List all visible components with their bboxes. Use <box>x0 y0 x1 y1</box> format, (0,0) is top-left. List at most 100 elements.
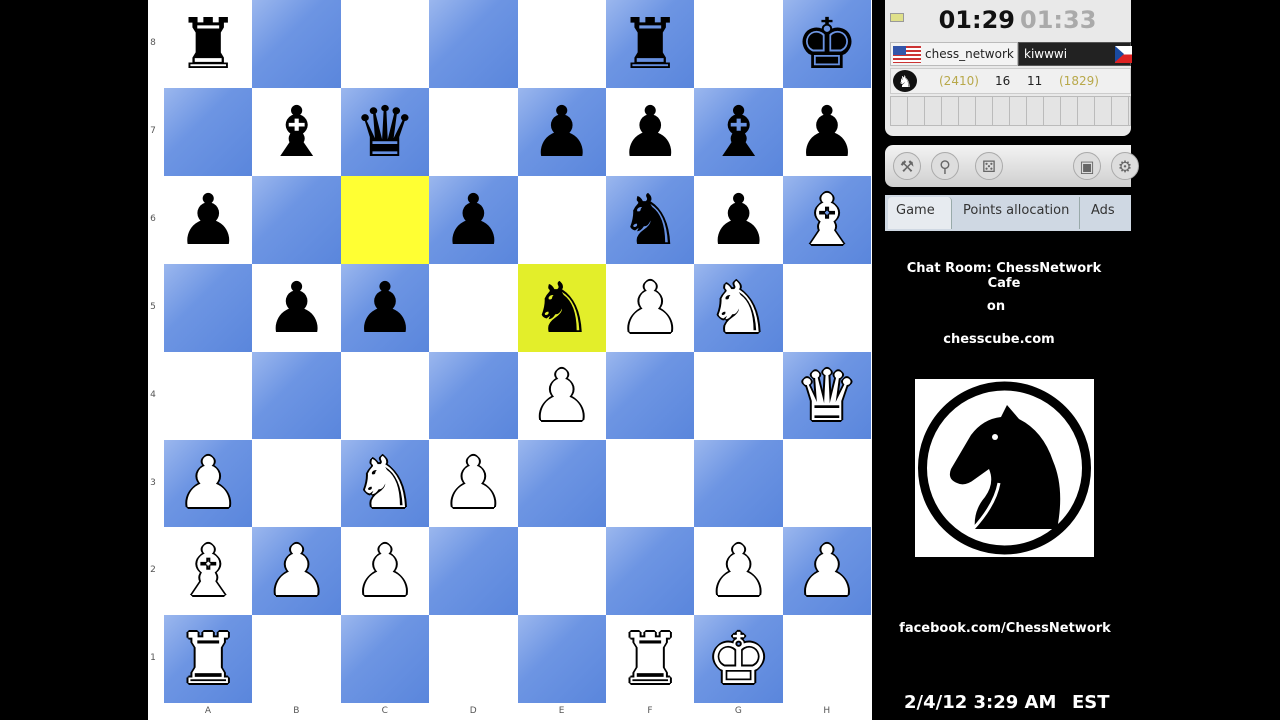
square-e8[interactable] <box>517 0 606 88</box>
square-c8[interactable] <box>340 0 430 88</box>
square-g7[interactable]: ♝ <box>694 87 783 176</box>
square-g6[interactable]: ♟ <box>694 175 783 264</box>
square-g4[interactable] <box>694 351 783 440</box>
square-a5[interactable] <box>164 263 253 352</box>
square-b7[interactable]: ♝ <box>252 87 341 176</box>
square-d4[interactable] <box>429 351 518 440</box>
square-e5[interactable]: ♞ <box>517 263 606 352</box>
square-c1[interactable] <box>340 615 430 704</box>
chess-board[interactable]: ♜ ♜ ♚ ♝ ♛ ♟ ♟ ♝ ♟ ♟ ♟ ♞ ♟ ♝ ♟ ♟ ♞ ♟ ♞ ♟ ♛ ♟ ♞ ♟ ♝ ♟ ♟ ♟ ♟ ♜ ♜ ♚ <box>164 0 872 704</box>
square-h5[interactable] <box>782 263 872 352</box>
white-pawn-piece[interactable]: ♟ <box>606 264 694 352</box>
square-d3[interactable]: ♟ <box>429 439 518 528</box>
square-a6[interactable]: ♟ <box>164 175 253 264</box>
black-bishop-piece[interactable]: ♝ <box>252 88 340 176</box>
square-a4[interactable] <box>164 351 253 440</box>
white-pawn-piece[interactable]: ♟ <box>783 527 871 615</box>
square-g8[interactable] <box>694 0 783 88</box>
black-pawn-piece[interactable]: ♟ <box>252 264 340 352</box>
square-b5[interactable]: ♟ <box>252 263 341 352</box>
black-pawn-piece[interactable]: ♟ <box>518 88 606 176</box>
square-h4[interactable]: ♛ <box>782 351 872 440</box>
square-b8[interactable] <box>252 0 341 88</box>
square-f5[interactable]: ♟ <box>606 263 695 352</box>
white-knight-piece[interactable]: ♞ <box>341 440 429 528</box>
square-f1[interactable]: ♜ <box>606 615 695 704</box>
square-d7[interactable] <box>429 87 518 176</box>
white-bishop-piece[interactable]: ♝ <box>783 176 871 264</box>
black-king-piece[interactable]: ♚ <box>783 0 871 88</box>
black-pawn-piece[interactable]: ♟ <box>429 176 517 264</box>
black-queen-piece[interactable]: ♛ <box>341 88 429 176</box>
square-c2[interactable]: ♟ <box>340 527 430 616</box>
square-e1[interactable] <box>517 615 606 704</box>
square-e3[interactable] <box>517 439 606 528</box>
square-g1[interactable]: ♚ <box>694 615 783 704</box>
handshake-icon[interactable]: ⚲ <box>931 152 959 180</box>
square-a2[interactable]: ♝ <box>164 527 253 616</box>
square-e6[interactable] <box>517 175 606 264</box>
square-d6[interactable]: ♟ <box>429 175 518 264</box>
black-bishop-piece[interactable]: ♝ <box>694 88 782 176</box>
black-pawn-piece[interactable]: ♟ <box>694 176 782 264</box>
square-e2[interactable] <box>517 527 606 616</box>
square-h7[interactable]: ♟ <box>782 87 872 176</box>
square-b6[interactable] <box>252 175 341 264</box>
tab-points-allocation[interactable]: Points allocation <box>955 197 1080 229</box>
black-rook-piece[interactable]: ♜ <box>164 0 252 88</box>
square-h6[interactable]: ♝ <box>782 175 872 264</box>
square-e7[interactable]: ♟ <box>517 87 606 176</box>
white-player-box[interactable]: chess_network <box>890 42 1018 66</box>
square-g5[interactable]: ♞ <box>694 263 783 352</box>
square-c5[interactable]: ♟ <box>340 263 430 352</box>
square-d1[interactable] <box>429 615 518 704</box>
move-list[interactable] <box>890 96 1131 126</box>
square-a3[interactable]: ♟ <box>164 439 253 528</box>
save-icon[interactable]: ▣ <box>1073 152 1101 180</box>
square-b2[interactable]: ♟ <box>252 527 341 616</box>
square-h3[interactable] <box>782 439 872 528</box>
square-c7[interactable]: ♛ <box>340 87 430 176</box>
black-player-box[interactable]: kiwwwi <box>1018 42 1132 66</box>
tab-ads[interactable]: Ads <box>1083 197 1129 229</box>
white-pawn-piece[interactable]: ♟ <box>341 527 429 615</box>
tab-game[interactable]: Game <box>888 197 952 229</box>
square-f6[interactable]: ♞ <box>606 175 695 264</box>
square-b3[interactable] <box>252 439 341 528</box>
square-b1[interactable] <box>252 615 341 704</box>
square-f4[interactable] <box>606 351 695 440</box>
square-f3[interactable] <box>606 439 695 528</box>
white-rook-piece[interactable]: ♜ <box>606 615 694 703</box>
dice-icon[interactable]: ⚄ <box>975 152 1003 180</box>
white-bishop-piece[interactable]: ♝ <box>164 527 252 615</box>
white-queen-piece[interactable]: ♛ <box>783 352 871 440</box>
square-g2[interactable]: ♟ <box>694 527 783 616</box>
square-c3[interactable]: ♞ <box>340 439 430 528</box>
black-knight-piece[interactable]: ♞ <box>518 264 606 352</box>
black-knight-piece[interactable]: ♞ <box>606 176 694 264</box>
white-rook-piece[interactable]: ♜ <box>164 615 252 703</box>
square-f2[interactable] <box>606 527 695 616</box>
hammer-icon[interactable]: ⚒ <box>893 152 921 180</box>
square-a8[interactable]: ♜ <box>164 0 253 88</box>
square-d2[interactable] <box>429 527 518 616</box>
square-h1[interactable] <box>782 615 872 704</box>
black-pawn-piece[interactable]: ♟ <box>164 176 252 264</box>
settings-icon[interactable]: ⚙ <box>1111 152 1139 180</box>
white-king-piece[interactable]: ♚ <box>694 615 782 703</box>
black-pawn-piece[interactable]: ♟ <box>606 88 694 176</box>
square-d8[interactable] <box>429 0 518 88</box>
square-c6[interactable] <box>340 175 430 264</box>
white-pawn-piece[interactable]: ♟ <box>164 440 252 528</box>
white-pawn-piece[interactable]: ♟ <box>518 352 606 440</box>
black-pawn-piece[interactable]: ♟ <box>783 88 871 176</box>
square-f7[interactable]: ♟ <box>606 87 695 176</box>
square-c4[interactable] <box>340 351 430 440</box>
square-a1[interactable]: ♜ <box>164 615 253 704</box>
white-pawn-piece[interactable]: ♟ <box>252 527 340 615</box>
square-d5[interactable] <box>429 263 518 352</box>
white-pawn-piece[interactable]: ♟ <box>694 527 782 615</box>
black-pawn-piece[interactable]: ♟ <box>341 264 429 352</box>
white-knight-piece[interactable]: ♞ <box>694 264 782 352</box>
black-rook-piece[interactable]: ♜ <box>606 0 694 88</box>
